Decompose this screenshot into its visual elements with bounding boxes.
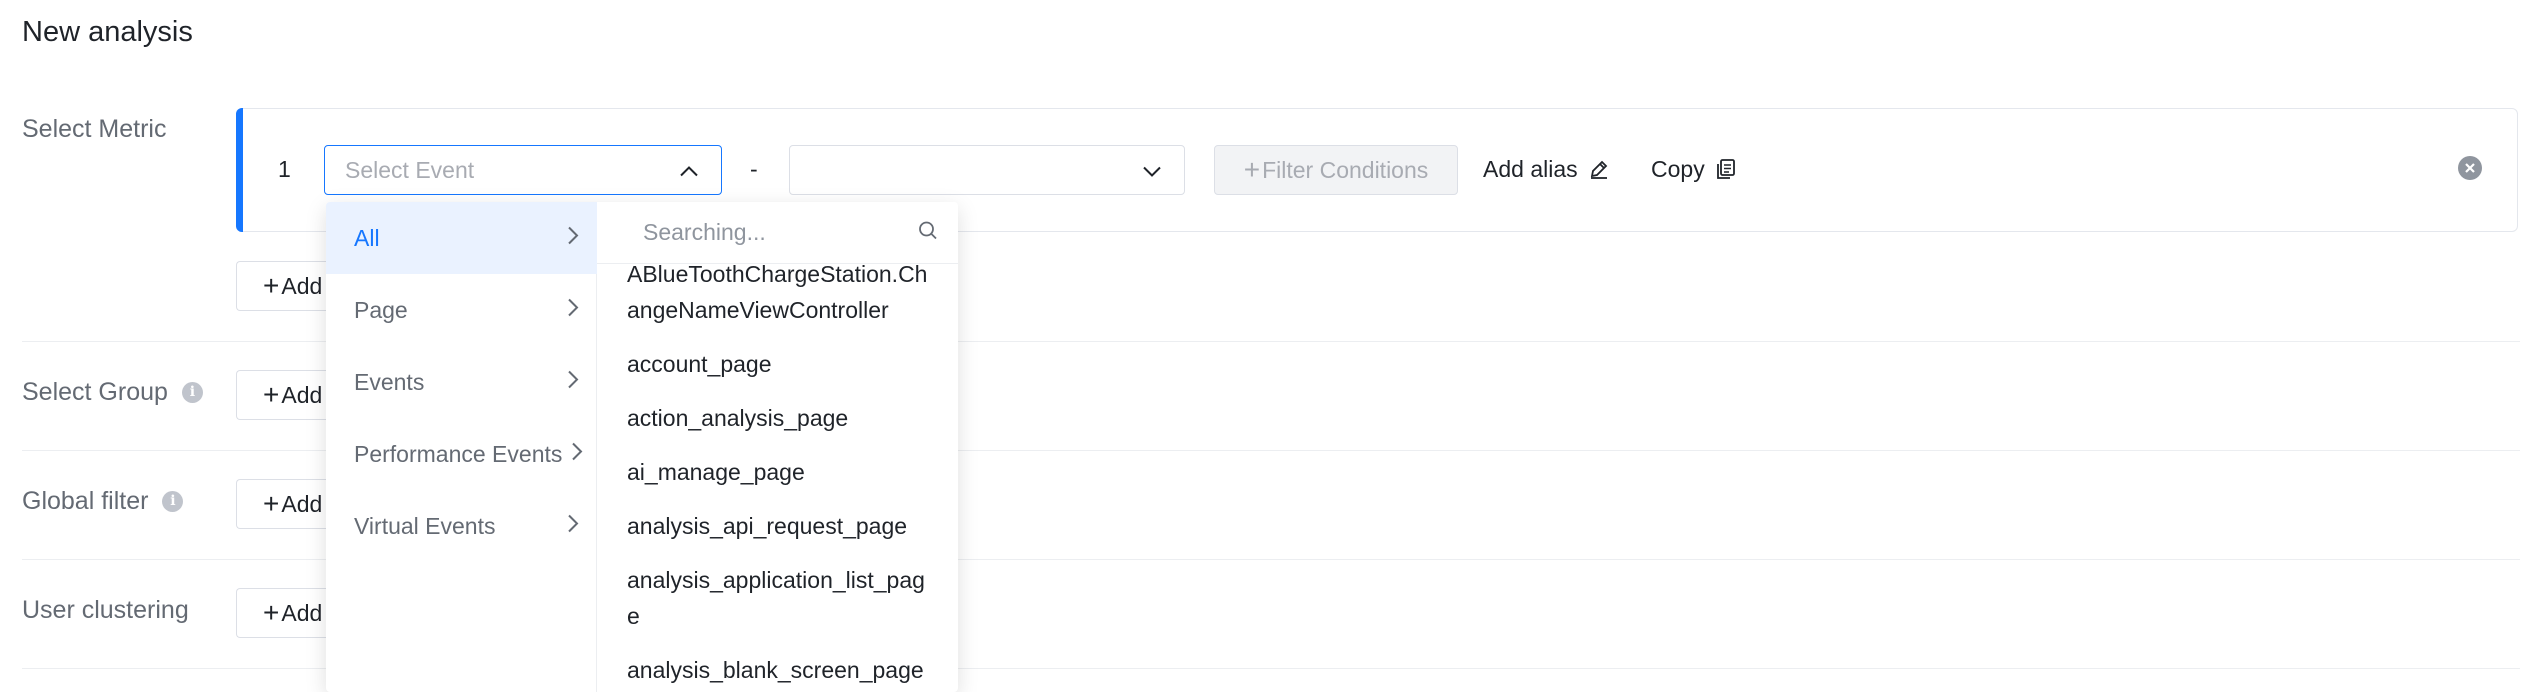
add-alias-label: Add alias [1483, 156, 1578, 182]
section-label-metric: Select Metric [22, 114, 166, 144]
plus-icon: + [1243, 154, 1261, 185]
filter-conditions-label: Filter Conditions [1262, 156, 1429, 183]
plus-icon: + [263, 270, 280, 301]
event-option[interactable]: account_page [627, 346, 937, 382]
category-label: Page [354, 296, 408, 323]
metric-index: 1 [278, 156, 291, 182]
plus-icon: + [263, 488, 280, 519]
event-option[interactable]: analysis_api_request_page [627, 508, 937, 544]
metric-accent-bar [236, 108, 243, 232]
event-select[interactable]: Select Event [324, 145, 722, 195]
category-item-all[interactable]: All [326, 202, 597, 274]
chevron-right-icon [567, 369, 579, 396]
section-label-group-text: Select Group [22, 378, 168, 406]
category-item-performance-events[interactable]: Performance Events [326, 418, 597, 490]
event-option[interactable]: ABlueToothChargeStation.ChangeNameViewCo… [627, 264, 937, 328]
category-item-events[interactable]: Events [326, 346, 597, 418]
pencil-icon [1590, 160, 1607, 179]
section-label-global-filter: Global filter i [22, 486, 184, 516]
chevron-right-icon [571, 441, 583, 468]
section-label-group: Select Group i [22, 377, 203, 407]
close-circle-icon[interactable] [2458, 156, 2482, 180]
copy-icon [1716, 159, 1735, 179]
event-select-placeholder: Select Event [345, 156, 475, 183]
category-label: All [354, 224, 380, 251]
add-metric-button[interactable]: + Add [236, 261, 336, 311]
search-icon[interactable] [918, 220, 938, 245]
category-label: Events [354, 368, 425, 395]
second-select[interactable] [789, 145, 1185, 195]
add-clustering-button[interactable]: + Add [236, 588, 336, 638]
add-clustering-label: Add [281, 599, 323, 626]
event-search-input[interactable] [643, 219, 893, 246]
chevron-right-icon [567, 297, 579, 324]
section-label-metric-text: Select Metric [22, 115, 167, 143]
category-list: All Page Events Performance Events Virtu… [326, 202, 597, 692]
chevron-right-icon [567, 225, 579, 252]
section-label-global-filter-text: Global filter [22, 487, 149, 515]
info-icon[interactable]: i [162, 490, 184, 512]
category-item-page[interactable]: Page [326, 274, 597, 346]
copy-button[interactable]: Copy [1651, 154, 1737, 184]
event-list: ABlueToothChargeStation.ChangeNameViewCo… [597, 264, 958, 692]
add-metric-label: Add [281, 272, 323, 299]
chevron-up-icon [679, 157, 699, 184]
event-option[interactable]: action_analysis_page [627, 400, 937, 436]
add-group-button[interactable]: + Add [236, 370, 336, 420]
chevron-right-icon [567, 513, 579, 540]
category-label: Performance Events [354, 440, 563, 467]
metric-separator: - [750, 156, 758, 182]
category-label: Virtual Events [354, 512, 496, 539]
add-global-filter-label: Add [281, 490, 323, 517]
plus-icon: + [263, 597, 280, 628]
filter-conditions-button[interactable]: + Filter Conditions [1214, 145, 1458, 195]
chevron-down-icon [1142, 157, 1162, 184]
event-dropdown: All Page Events Performance Events Virtu… [326, 202, 958, 692]
add-global-filter-button[interactable]: + Add [236, 479, 336, 529]
event-option[interactable]: analysis_application_list_page [627, 562, 937, 634]
section-label-clustering-text: User clustering [22, 596, 189, 624]
event-option[interactable]: analysis_blank_screen_page [627, 652, 937, 688]
copy-label: Copy [1651, 156, 1705, 182]
add-alias-button[interactable]: Add alias [1483, 154, 1610, 184]
event-search-row [597, 202, 958, 264]
category-item-virtual-events[interactable]: Virtual Events [326, 490, 597, 562]
info-icon[interactable]: i [181, 381, 203, 403]
event-option[interactable]: ai_manage_page [627, 454, 937, 490]
section-label-clustering: User clustering [22, 595, 189, 625]
add-group-label: Add [281, 381, 323, 408]
page-title: New analysis [22, 16, 193, 48]
plus-icon: + [263, 379, 280, 410]
